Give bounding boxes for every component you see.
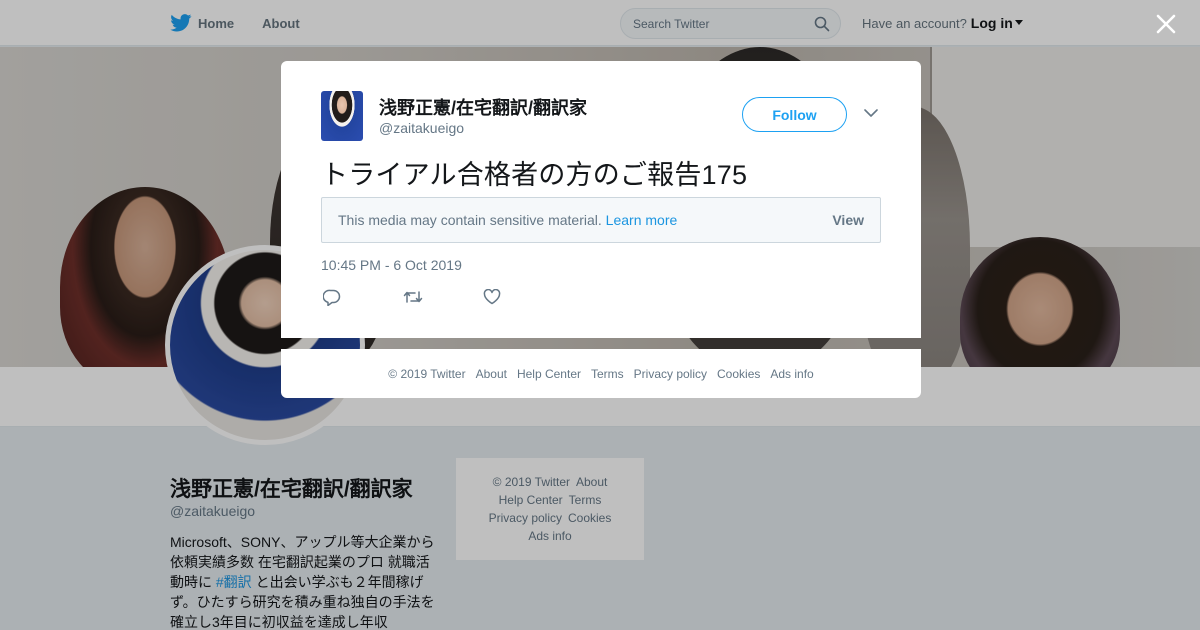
footer-copyright: © 2019 Twitter	[388, 366, 466, 381]
reply-icon	[322, 289, 341, 307]
heart-icon	[483, 288, 501, 305]
footer-help-center[interactable]: Help Center	[517, 367, 581, 381]
footer-about[interactable]: About	[476, 367, 507, 381]
chevron-down-icon[interactable]	[864, 108, 878, 118]
tweet-author-handle[interactable]: @zaitakueigo	[379, 120, 464, 136]
tweet-author-name[interactable]: 浅野正憲/在宅翻訳/翻訳家	[379, 94, 587, 120]
view-media-button[interactable]: View	[832, 212, 864, 228]
tweet-modal: 浅野正憲/在宅翻訳/翻訳家 @zaitakueigo Follow トライアル合…	[281, 61, 921, 338]
tweet-timestamp[interactable]: 10:45 PM - 6 Oct 2019	[321, 257, 462, 273]
retweet-icon	[403, 291, 423, 303]
like-action[interactable]	[483, 288, 563, 311]
footer-terms[interactable]: Terms	[591, 367, 624, 381]
modal-footer: © 2019 Twitter About Help Center Terms P…	[281, 349, 921, 398]
sensitive-message: This media may contain sensitive materia…	[338, 212, 677, 228]
follow-button[interactable]: Follow	[742, 97, 847, 132]
learn-more-link[interactable]: Learn more	[606, 212, 678, 228]
close-icon[interactable]	[1154, 12, 1178, 36]
footer-privacy-policy[interactable]: Privacy policy	[634, 367, 707, 381]
tweet-actions	[322, 288, 563, 311]
reply-action[interactable]	[322, 289, 403, 311]
retweet-action[interactable]	[403, 289, 483, 311]
tweet-author-avatar[interactable]	[321, 91, 363, 141]
sensitive-text: This media may contain sensitive materia…	[338, 212, 602, 228]
tweet-text: トライアル合格者の方のご報告175	[321, 160, 748, 190]
sensitive-media-notice: This media may contain sensitive materia…	[321, 197, 881, 243]
footer-cookies[interactable]: Cookies	[717, 367, 760, 381]
footer-ads-info[interactable]: Ads info	[770, 367, 813, 381]
